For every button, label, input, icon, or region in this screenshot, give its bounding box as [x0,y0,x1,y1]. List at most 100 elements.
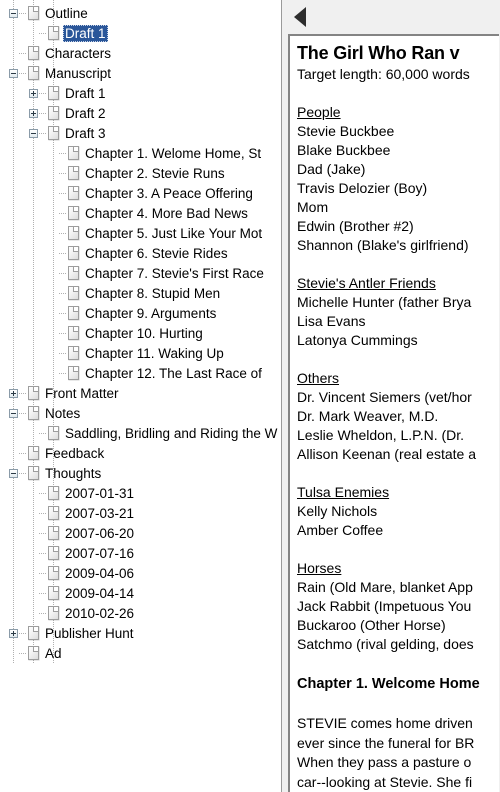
binder-tree[interactable]: Outline Draft 1 Characters Manuscript Draft … [0,0,281,663]
expand-node-icon[interactable] [9,628,18,638]
document-icon [48,606,59,620]
section-heading-row: People [297,103,499,122]
tree-item-chapter-8-stupid-men[interactable]: Chapter 8. Stupid Men [0,283,281,303]
document-icon [28,406,39,420]
document-body: The Girl Who Ran v Target length: 60,000… [290,36,499,792]
section-heading: Others [297,370,340,386]
body-text-line: ever since the funeral for BR [297,734,475,751]
binder-tree-pane[interactable]: Outline Draft 1 Characters Manuscript Draft … [0,0,282,792]
document-frame[interactable]: The Girl Who Ran v Target length: 60,000… [288,34,499,792]
document-icon [48,426,59,440]
document-icon [68,306,79,320]
tree-connector [19,72,27,74]
tree-item-feedback[interactable]: Feedback [0,443,281,463]
tree-item-2007-06-20[interactable]: 2007-06-20 [0,523,281,543]
tree-connector [39,432,47,434]
tree-item-label: Front Matter [45,385,119,401]
tree-item-chapter-7-stevie-s-first-race[interactable]: Chapter 7. Stevie's First Race [0,263,281,283]
collapse-node-icon[interactable] [29,128,38,138]
tree-connector [59,312,67,314]
expand-node-icon[interactable] [29,108,38,118]
tree-item-label: Notes [45,405,81,421]
tree-item-characters[interactable]: Characters [0,43,281,63]
tree-item-front-matter[interactable]: Front Matter [0,383,281,403]
document-icon [68,286,79,300]
expand-node-icon[interactable] [29,88,38,98]
editor-toolbar [282,0,499,34]
document-icon [48,566,59,580]
tree-item-label: 2007-01-31 [65,485,135,501]
tree-item-chapter-9-arguments[interactable]: Chapter 9. Arguments [0,303,281,323]
tree-item-publisher-hunt[interactable]: Publisher Hunt [0,623,281,643]
tree-item-chapter-1-welome-home-st[interactable]: Chapter 1. Welome Home, St [0,143,281,163]
collapse-node-icon[interactable] [9,468,18,478]
tree-item-ad[interactable]: Ad [0,643,281,663]
tree-item-chapter-12-the-last-race-of[interactable]: Chapter 12. The Last Race of [0,363,281,383]
tree-item-label: Chapter 11. Waking Up [85,345,224,361]
tree-connector [59,252,67,254]
list-item: Kelly Nichols [297,503,378,519]
list-item: Allison Keenan (real estate a [297,446,476,462]
tree-item-manuscript[interactable]: Manuscript [0,63,281,83]
collapse-node-icon[interactable] [9,408,18,418]
tree-item-2007-01-31[interactable]: 2007-01-31 [0,483,281,503]
tree-item-chapter-6-stevie-rides[interactable]: Chapter 6. Stevie Rides [0,243,281,263]
tree-item-chapter-4-more-bad-news[interactable]: Chapter 4. More Bad News [0,203,281,223]
tree-item-outline[interactable]: Outline [0,3,281,23]
document-icon [28,646,39,660]
expand-node-icon[interactable] [9,388,18,398]
section-heading: Tulsa Enemies [297,484,390,500]
tree-connector [39,112,47,114]
list-item: Amber Coffee [297,522,384,538]
tree-item-draft-1[interactable]: Draft 1 [0,23,281,43]
tree-connector [39,32,47,34]
document-icon [28,6,39,20]
document-icon [48,106,59,120]
tree-item-chapter-10-hurting[interactable]: Chapter 10. Hurting [0,323,281,343]
list-item: Mom [297,199,329,215]
tree-connector [39,552,47,554]
tree-item-label: Manuscript [45,65,112,81]
tree-item-2009-04-14[interactable]: 2009-04-14 [0,583,281,603]
tree-connector [19,472,27,474]
tree-item-2007-07-16[interactable]: 2007-07-16 [0,543,281,563]
tree-item-thoughts[interactable]: Thoughts [0,463,281,483]
tree-item-label: Chapter 6. Stevie Rides [85,245,228,261]
tree-item-draft-1[interactable]: Draft 1 [0,83,281,103]
collapse-node-icon[interactable] [9,68,18,78]
tree-connector [59,372,67,374]
tree-item-chapter-11-waking-up[interactable]: Chapter 11. Waking Up [0,343,281,363]
triangle-left-icon[interactable] [294,7,306,27]
list-item: Dad (Jake) [297,161,366,177]
tree-item-saddling-bridling-and-riding-the-w[interactable]: Saddling, Bridling and Riding the W [0,423,281,443]
collapse-node-icon[interactable] [9,8,18,18]
app-window: Outline Draft 1 Characters Manuscript Draft … [0,0,500,792]
document-icon [68,246,79,260]
tree-connector [39,492,47,494]
tree-item-2010-02-26[interactable]: 2010-02-26 [0,603,281,623]
section-heading-row: Others [297,369,499,388]
tree-item-draft-2[interactable]: Draft 2 [0,103,281,123]
tree-item-2007-03-21[interactable]: 2007-03-21 [0,503,281,523]
tree-item-label: Chapter 2. Stevie Runs [85,165,225,181]
tree-connector [39,572,47,574]
tree-item-chapter-5-just-like-your-mot[interactable]: Chapter 5. Just Like Your Mot [0,223,281,243]
tree-item-chapter-3-a-peace-offering[interactable]: Chapter 3. A Peace Offering [0,183,281,203]
tree-item-chapter-2-stevie-runs[interactable]: Chapter 2. Stevie Runs [0,163,281,183]
section-heading: Horses [297,560,342,576]
tree-item-2009-04-06[interactable]: 2009-04-06 [0,563,281,583]
section-heading-row: Horses [297,559,499,578]
tree-item-draft-3[interactable]: Draft 3 [0,123,281,143]
list-item: Rain (Old Mare, blanket App [297,579,473,595]
tree-item-notes[interactable]: Notes [0,403,281,423]
body-text-line: When they pass a pasture o [297,754,472,770]
tree-item-label: Draft 1 [65,85,106,101]
